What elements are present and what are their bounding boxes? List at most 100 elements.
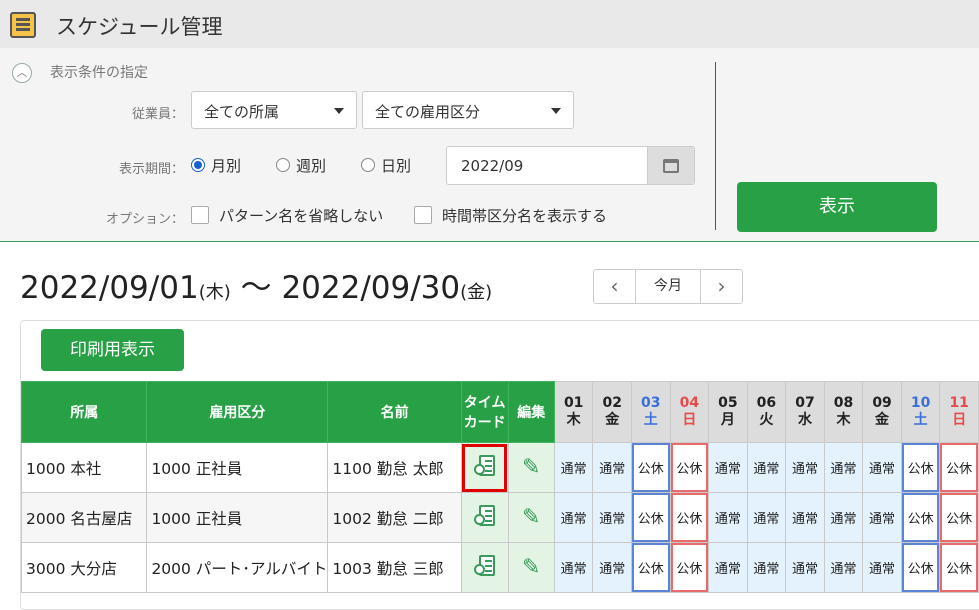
pencil-icon[interactable]: ✎ [522, 455, 540, 480]
schedule-cell[interactable]: 公休 [939, 542, 979, 593]
period-option-label: 週別 [296, 157, 327, 175]
schedule-cell[interactable]: 通常 [785, 492, 825, 543]
header-day-weekday: 金 [875, 412, 890, 428]
header-dept[interactable]: 所属 [20, 381, 148, 443]
schedule-cell[interactable]: 公休 [631, 492, 671, 543]
schedule-cell[interactable]: 公休 [900, 442, 941, 493]
header-day-weekday: 金 [605, 412, 620, 428]
chevron-right-icon[interactable]: › [700, 270, 742, 303]
schedule-cell[interactable]: 公休 [631, 442, 671, 493]
this-month-button[interactable]: 今月 [636, 270, 700, 303]
option-timeband-checkbox[interactable]: 時間帯区分名を表示する [414, 205, 607, 226]
checkbox-unchecked-icon[interactable] [191, 206, 209, 224]
header-timecard-line2: カード [463, 415, 506, 431]
schedule-cell[interactable]: 通常 [708, 442, 748, 493]
timecard-button[interactable] [460, 492, 509, 543]
edit-button[interactable]: ✎ [507, 492, 555, 543]
edit-button[interactable]: ✎ [507, 442, 555, 493]
schedule-cell[interactable]: 通常 [746, 542, 787, 593]
schedule-cell[interactable]: 通常 [785, 442, 825, 493]
schedule-cell[interactable]: 通常 [746, 442, 787, 493]
range-end-dow: (金) [460, 282, 493, 303]
header-name[interactable]: 名前 [327, 381, 462, 443]
header-emptype[interactable]: 雇用区分 [146, 381, 329, 443]
month-navigation: ‹ 今月 › [593, 269, 743, 304]
schedule-cell[interactable]: 通常 [708, 542, 748, 593]
title-bar: スケジュール管理 [0, 0, 979, 48]
chevron-left-icon[interactable]: ‹ [594, 270, 636, 303]
schedule-cell[interactable]: 公休 [631, 542, 671, 593]
option-timeband-label: 時間帯区分名を表示する [442, 207, 608, 225]
caret-down-icon [551, 108, 561, 114]
timecard-button[interactable] [460, 542, 509, 593]
schedule-cell[interactable]: 通常 [862, 442, 902, 493]
timecard-icon[interactable] [473, 554, 496, 578]
timecard-button[interactable] [460, 442, 509, 493]
option-pattern-checkbox[interactable]: パターン名を省略しない [191, 205, 383, 226]
page-title: スケジュール管理 [56, 15, 223, 39]
schedule-cell[interactable]: 通常 [553, 492, 594, 543]
header-day-weekday: 日 [682, 412, 697, 428]
condition-section-title[interactable]: 表示条件の指定 [50, 62, 148, 82]
table-row: 3000 大分店 2000 パート･アルバイト 1003 勤怠 三郎 ✎ 通常 通常 公休公… [20, 542, 979, 593]
collapse-chevron-up-icon[interactable]: ︿ [12, 63, 32, 83]
calendar-button[interactable] [647, 147, 694, 184]
caret-down-icon [334, 108, 344, 114]
period-radio-daily[interactable]: 日別 [361, 155, 411, 176]
employment-type-select[interactable]: 全ての雇用区分 [362, 91, 574, 129]
schedule-cell[interactable]: 通常 [553, 542, 594, 593]
schedule-cell[interactable]: 通常 [862, 542, 902, 593]
header-timecard: タイム カード [460, 381, 509, 443]
checkbox-unchecked-icon[interactable] [414, 206, 432, 224]
schedule-cell[interactable]: 通常 [862, 492, 902, 543]
header-day-number: 05 [718, 395, 738, 411]
schedule-cell[interactable]: 通常 [823, 442, 864, 493]
header-day: 04 日 [669, 381, 710, 443]
condition-panel: ︿ 表示条件の指定 従業員： 全ての所属 全ての雇用区分 表示期間： 月別 週別… [0, 48, 979, 242]
header-day: 11 日 [939, 381, 979, 443]
header-day: 06 火 [746, 381, 787, 443]
schedule-cell[interactable]: 公休 [939, 442, 979, 493]
timecard-icon[interactable] [473, 504, 496, 528]
edit-button[interactable]: ✎ [507, 542, 555, 593]
schedule-cell[interactable]: 通常 [823, 542, 864, 593]
radio-unchecked-icon[interactable] [276, 158, 290, 172]
schedule-cell[interactable]: 公休 [939, 492, 979, 543]
cell-dept: 1000 本社 [20, 442, 148, 493]
schedule-cell[interactable]: 通常 [553, 442, 594, 493]
date-range-heading: 2022/09/01(木) ～ 2022/09/30(金) [20, 262, 492, 307]
header-day-number: 11 [949, 395, 969, 411]
schedule-cell[interactable]: 公休 [900, 542, 941, 593]
timecard-icon[interactable] [473, 454, 496, 478]
schedule-cell[interactable]: 通常 [823, 492, 864, 543]
schedule-cell[interactable]: 公休 [669, 442, 710, 493]
header-day-number: 02 [602, 395, 622, 411]
schedule-cell[interactable]: 公休 [669, 492, 710, 543]
department-select[interactable]: 全ての所属 [191, 91, 357, 129]
schedule-cell[interactable]: 通常 [592, 492, 632, 543]
header-day-weekday: 木 [836, 412, 851, 428]
month-date-field[interactable]: 2022/09 [446, 146, 695, 185]
department-select-value: 全ての所属 [204, 103, 280, 121]
schedule-cell[interactable]: 通常 [592, 442, 632, 493]
schedule-cell[interactable]: 公休 [669, 542, 710, 593]
show-button[interactable]: 表示 [737, 182, 937, 232]
period-radio-weekly[interactable]: 週別 [276, 155, 326, 176]
radio-checked-icon[interactable] [191, 158, 205, 172]
radio-unchecked-icon[interactable] [361, 158, 375, 172]
schedule-cell[interactable]: 通常 [592, 542, 632, 593]
schedule-cell[interactable]: 通常 [708, 492, 748, 543]
schedule-cell[interactable]: 通常 [785, 542, 825, 593]
schedule-cell[interactable]: 通常 [746, 492, 787, 543]
schedule-cell[interactable]: 公休 [900, 492, 941, 543]
pencil-icon[interactable]: ✎ [522, 505, 540, 530]
print-view-button[interactable]: 印刷用表示 [41, 329, 184, 371]
header-day-number: 07 [795, 395, 815, 411]
period-radio-monthly[interactable]: 月別 [191, 155, 241, 176]
employee-label: 従業員： [131, 107, 184, 122]
header-day-weekday: 水 [797, 412, 812, 428]
pencil-icon[interactable]: ✎ [522, 555, 540, 580]
cell-name: 1002 勤怠 二郎 [327, 492, 462, 543]
header-day: 02 金 [592, 381, 632, 443]
range-start-dow: (木) [198, 282, 231, 303]
